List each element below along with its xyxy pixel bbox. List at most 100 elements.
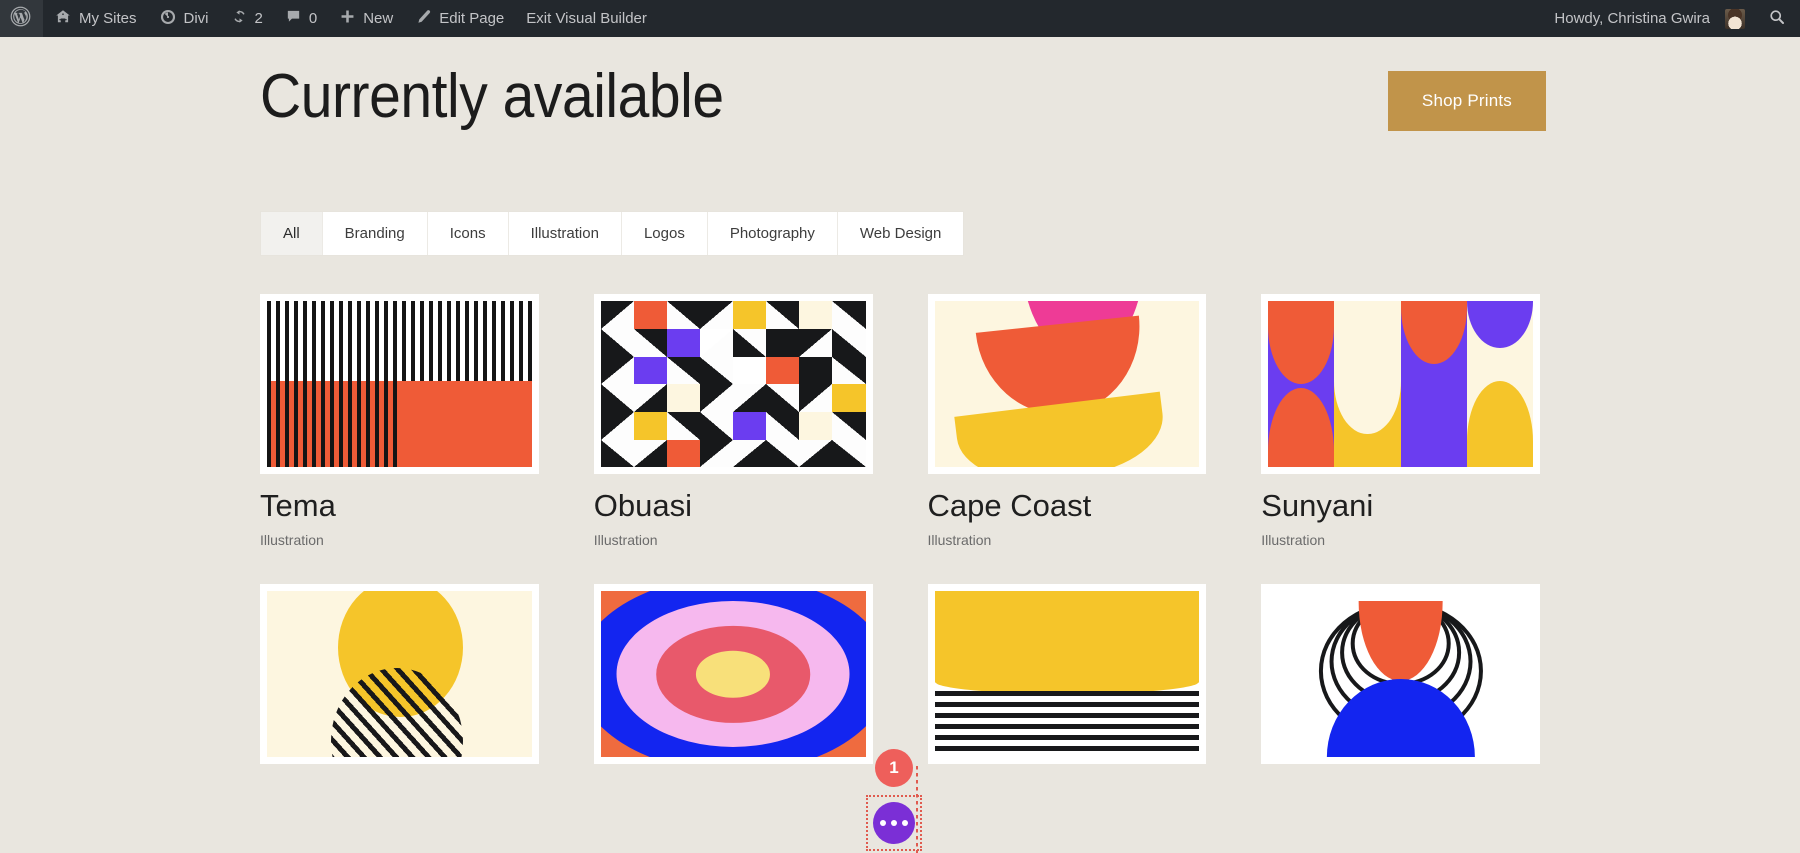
divi-icon — [159, 8, 177, 30]
portfolio-item[interactable] — [260, 584, 539, 765]
portfolio-category[interactable]: Illustration — [594, 532, 873, 548]
quilt-cell — [600, 301, 634, 329]
plus-icon — [339, 8, 356, 29]
quilt-cell — [799, 439, 833, 468]
adminbar-item-exit-visual-builder[interactable]: Exit Visual Builder — [515, 0, 658, 37]
page-header: Currently available Shop Prints — [260, 37, 1546, 131]
filter-tab-illustration[interactable]: Illustration — [508, 212, 622, 256]
quilt-cell — [733, 384, 767, 412]
filter-tab-all[interactable]: All — [261, 212, 323, 256]
page-title: Currently available — [260, 62, 724, 131]
adminbar-label-updates-count: 2 — [254, 10, 263, 27]
quilt-cell — [733, 411, 767, 440]
pencil-icon — [415, 8, 432, 29]
portfolio-title[interactable]: Sunyani — [1261, 489, 1540, 523]
quilt-cell — [799, 384, 833, 412]
portfolio-item[interactable] — [927, 584, 1207, 765]
quilt-cell — [766, 356, 800, 385]
quilt-cell — [799, 356, 833, 385]
quilt-cell — [700, 328, 734, 357]
quilt-cell — [666, 384, 701, 412]
portfolio-category[interactable]: Illustration — [928, 532, 1207, 548]
quilt-cell — [633, 384, 667, 412]
quilt-cell — [633, 301, 667, 329]
adminbar-item-comments[interactable]: 0 — [274, 0, 328, 37]
portfolio-title[interactable]: Cape Coast — [928, 489, 1207, 523]
quilt-cell — [666, 411, 701, 440]
filter-tab-web-design[interactable]: Web Design — [837, 212, 964, 256]
quilt-cell — [666, 356, 701, 385]
quilt-cell — [600, 328, 634, 357]
quilt-cell — [600, 439, 634, 468]
adminbar-item-updates[interactable]: 2 — [220, 0, 274, 37]
artwork-arches — [1268, 301, 1533, 468]
portfolio-item[interactable]: Obuasi Illustration — [593, 294, 873, 548]
portfolio-item[interactable]: Tema Illustration — [260, 294, 539, 548]
portfolio-thumbnail[interactable] — [927, 294, 1207, 475]
quilt-cell — [666, 328, 701, 357]
filter-tab-photography[interactable]: Photography — [707, 212, 838, 256]
artwork-yellow-wavy-stripes — [934, 591, 1200, 758]
filter-tab-icons[interactable]: Icons — [427, 212, 509, 256]
portfolio-thumbnail[interactable] — [593, 584, 873, 765]
quilt-cell — [700, 384, 734, 412]
portfolio-thumbnail[interactable] — [1261, 294, 1540, 475]
portfolio-item[interactable] — [1261, 584, 1540, 765]
artwork-stacked-bowls — [934, 301, 1200, 468]
vb-module-count-badge[interactable]: 1 — [875, 749, 913, 787]
quilt-cell — [633, 411, 667, 440]
shop-prints-button[interactable]: Shop Prints — [1387, 71, 1546, 131]
portfolio-title[interactable]: Tema — [260, 489, 539, 523]
quilt-cell — [832, 411, 866, 440]
quilt-cell — [766, 328, 800, 357]
filter-tab-logos[interactable]: Logos — [621, 212, 708, 256]
quilt-cell — [766, 301, 800, 329]
artwork-wavy-vertical-stripes-orange — [267, 301, 532, 468]
adminbar-search-button[interactable] — [1756, 0, 1800, 37]
quilt-cell — [733, 356, 767, 385]
artwork-geometric-quilt — [600, 301, 866, 468]
quilt-cell — [600, 384, 634, 412]
portfolio-thumbnail[interactable] — [593, 294, 873, 475]
vb-module-controls: 1 — [866, 749, 922, 851]
portfolio-item[interactable] — [593, 584, 873, 765]
quilt-cell — [832, 356, 866, 385]
portfolio-thumbnail[interactable] — [260, 294, 539, 475]
quilt-cell — [766, 439, 800, 468]
adminbar-item-my-sites[interactable]: My Sites — [43, 0, 148, 37]
portfolio-item[interactable]: Cape Coast Illustration — [927, 294, 1207, 548]
adminbar-item-new[interactable]: New — [328, 0, 404, 37]
adminbar-label-divi: Divi — [183, 10, 209, 27]
quilt-cell — [733, 439, 767, 468]
comments-icon — [285, 8, 302, 29]
sites-icon — [54, 8, 72, 30]
quilt-cell — [700, 356, 734, 385]
portfolio-item[interactable]: Sunyani Illustration — [1261, 294, 1540, 548]
adminbar-label-comments-count: 0 — [308, 10, 318, 27]
portfolio-thumbnail[interactable] — [927, 584, 1207, 765]
filter-tab-branding[interactable]: Branding — [322, 212, 428, 256]
portfolio-thumbnail[interactable] — [260, 584, 539, 765]
quilt-cell — [666, 439, 701, 468]
wordpress-logo-icon — [10, 6, 31, 31]
quilt-cell — [832, 439, 866, 468]
wordpress-logo-button[interactable] — [0, 0, 43, 37]
portfolio-title[interactable]: Obuasi — [594, 489, 873, 523]
quilt-cell — [832, 301, 866, 329]
quilt-cell — [633, 439, 667, 468]
adminbar-item-edit-page[interactable]: Edit Page — [404, 0, 515, 37]
updates-icon — [231, 8, 248, 29]
wp-admin-bar: My Sites Divi 2 0 New Edit Page Exit Vis… — [0, 0, 1800, 37]
ellipsis-icon[interactable] — [873, 802, 915, 844]
adminbar-account-menu[interactable]: Howdy, Christina Gwira — [1543, 0, 1756, 37]
portfolio-category[interactable]: Illustration — [260, 532, 539, 548]
adminbar-label-exit-visual-builder: Exit Visual Builder — [526, 10, 647, 27]
portfolio-category[interactable]: Illustration — [1261, 532, 1540, 548]
quilt-cell — [700, 411, 734, 440]
page-body: Currently available Shop Prints All Bran… — [0, 37, 1800, 853]
quilt-cell — [600, 411, 634, 440]
adminbar-item-divi[interactable]: Divi — [148, 0, 220, 37]
avatar — [1725, 8, 1745, 29]
portfolio-thumbnail[interactable] — [1261, 584, 1540, 765]
search-icon — [1768, 8, 1786, 30]
